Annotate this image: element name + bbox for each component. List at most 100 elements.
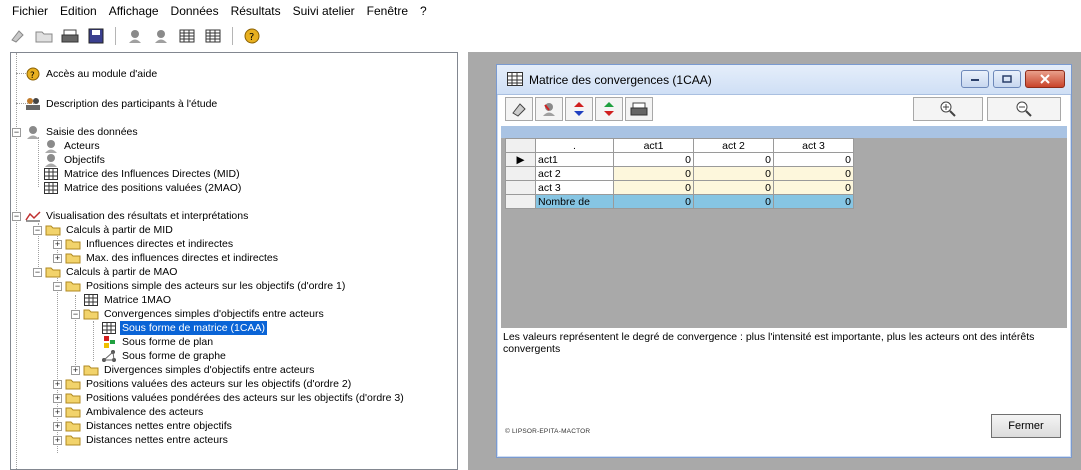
- window-toolbar: [501, 97, 1067, 123]
- sort-icon[interactable]: [565, 97, 593, 121]
- tree-item-label: Ambivalence des acteurs: [86, 406, 204, 418]
- menu-affichage[interactable]: Affichage: [103, 4, 165, 18]
- objectives-icon: [43, 153, 59, 167]
- row-header[interactable]: Nombre de: [535, 194, 614, 209]
- column-header[interactable]: act 2: [693, 138, 774, 153]
- folder-icon: [65, 377, 81, 391]
- tree-item-positions-valuees[interactable]: Positions valuées des acteurs sur les ob…: [65, 377, 353, 391]
- window-titlebar[interactable]: Matrice des convergences (1CAA): [497, 65, 1071, 95]
- tree-item-saisie[interactable]: Saisie des données: [25, 125, 140, 139]
- tree-item-help[interactable]: ? Accès au module d'aide: [25, 67, 159, 81]
- table-cell[interactable]: 0: [613, 194, 694, 209]
- expand-toggle[interactable]: +: [53, 394, 62, 403]
- close-button[interactable]: [1025, 70, 1065, 88]
- tree-item-sous-matrice[interactable]: Sous forme de matrice (1CAA): [101, 321, 267, 335]
- matrix-2-icon[interactable]: [203, 26, 223, 46]
- help-icon[interactable]: ?: [242, 26, 262, 46]
- open-folder-icon[interactable]: [34, 26, 54, 46]
- tree-item-ambivalence[interactable]: Ambivalence des acteurs: [65, 405, 205, 419]
- tree-item-dist-acteurs[interactable]: Distances nettes entre acteurs: [65, 433, 230, 447]
- tree-item-acteurs[interactable]: Acteurs: [43, 139, 102, 153]
- tree-item-matrice-1mao[interactable]: Matrice 1MAO: [83, 293, 173, 307]
- menu-edition[interactable]: Edition: [54, 4, 103, 18]
- tree-item-max-influences[interactable]: Max. des influences directes et indirect…: [65, 251, 280, 265]
- matrix-icon[interactable]: [177, 26, 197, 46]
- tree-item-convergences[interactable]: Convergences simples d'objectifs entre a…: [83, 307, 326, 321]
- data-entry-icon: [25, 125, 41, 139]
- table-cell[interactable]: 0: [773, 152, 854, 167]
- tree-connector: [16, 53, 17, 469]
- tree-item-visualisation[interactable]: Visualisation des résultats et interprét…: [25, 209, 250, 223]
- expand-toggle[interactable]: +: [53, 254, 62, 263]
- tree-item-positions-ponderees[interactable]: Positions valuées pondérées des acteurs …: [65, 391, 406, 405]
- matrix-description: Les valeurs représentent le degré de con…: [501, 328, 1067, 408]
- table-cell[interactable]: 0: [773, 166, 854, 181]
- tree-item-participants[interactable]: Description des participants à l'étude: [25, 97, 219, 111]
- tree-item-calc-mao[interactable]: Calculs à partir de MAO: [45, 265, 179, 279]
- zoom-out-icon[interactable]: [987, 97, 1061, 121]
- collapse-toggle[interactable]: −: [12, 212, 21, 221]
- actors-icon[interactable]: [125, 26, 145, 46]
- expand-toggle[interactable]: +: [53, 240, 62, 249]
- swap-icon[interactable]: [595, 97, 623, 121]
- expand-toggle[interactable]: +: [53, 408, 62, 417]
- tree-item-label: Objectifs: [64, 154, 105, 166]
- column-header[interactable]: act 3: [773, 138, 854, 153]
- tree-item-mid[interactable]: Matrice des Influences Directes (MID): [43, 167, 242, 181]
- row-header[interactable]: act 3: [535, 180, 614, 195]
- close-window-button[interactable]: Fermer: [991, 414, 1061, 438]
- collapse-toggle[interactable]: −: [12, 128, 21, 137]
- navigation-tree: ? Accès au module d'aide Description des…: [11, 53, 457, 469]
- table-cell[interactable]: 0: [693, 180, 774, 195]
- print-icon[interactable]: [625, 97, 653, 121]
- table-cell[interactable]: 0: [693, 166, 774, 181]
- folder-icon: [83, 363, 99, 377]
- zoom-in-icon[interactable]: [913, 97, 983, 121]
- save-icon[interactable]: [86, 26, 106, 46]
- table-cell[interactable]: 0: [693, 152, 774, 167]
- expand-toggle[interactable]: +: [53, 422, 62, 431]
- table-cell[interactable]: 0: [773, 194, 854, 209]
- menu-suivi-atelier[interactable]: Suivi atelier: [287, 4, 361, 18]
- minimize-button[interactable]: [961, 70, 989, 88]
- table-cell[interactable]: 0: [773, 180, 854, 195]
- row-header[interactable]: act 2: [535, 166, 614, 181]
- tree-item-sous-graphe[interactable]: Sous forme de graphe: [101, 349, 228, 363]
- maximize-button[interactable]: [993, 70, 1021, 88]
- table-row: act 3 0 0 0: [505, 180, 854, 195]
- collapse-toggle[interactable]: −: [33, 268, 42, 277]
- expand-toggle[interactable]: +: [53, 380, 62, 389]
- tree-item-positions-simple[interactable]: Positions simple des acteurs sur les obj…: [65, 279, 347, 293]
- table-cell[interactable]: 0: [613, 152, 694, 167]
- collapse-toggle[interactable]: −: [33, 226, 42, 235]
- column-header[interactable]: act1: [613, 138, 694, 153]
- table-cell[interactable]: 0: [613, 166, 694, 181]
- tree-item-influences[interactable]: Influences directes et indirectes: [65, 237, 235, 251]
- table-cell[interactable]: 0: [613, 180, 694, 195]
- print-icon[interactable]: [60, 26, 80, 46]
- collapse-toggle[interactable]: −: [53, 282, 62, 291]
- collapse-toggle[interactable]: −: [71, 310, 80, 319]
- tree-item-label: Matrice 1MAO: [104, 294, 172, 306]
- tree-item-calc-mid[interactable]: Calculs à partir de MID: [45, 223, 175, 237]
- tree-item-2mao[interactable]: Matrice des positions valuées (2MAO): [43, 181, 243, 195]
- menu-resultats[interactable]: Résultats: [225, 4, 287, 18]
- tree-item-sous-plan[interactable]: Sous forme de plan: [101, 335, 215, 349]
- actor-filter-icon[interactable]: [535, 97, 563, 121]
- menu-fenetre[interactable]: Fenêtre: [361, 4, 414, 18]
- convergence-matrix-table: . act1 act 2 act 3 ▶ act1 0 0 0 act 2 0 …: [505, 138, 854, 209]
- expand-toggle[interactable]: +: [53, 436, 62, 445]
- menu-fichier[interactable]: Fichier: [6, 4, 54, 18]
- menu-help[interactable]: ?: [414, 4, 433, 18]
- eraser-icon[interactable]: [505, 97, 533, 121]
- row-header[interactable]: act1: [535, 152, 614, 167]
- tree-item-dist-objectifs[interactable]: Distances nettes entre objectifs: [65, 419, 234, 433]
- table-cell[interactable]: 0: [693, 194, 774, 209]
- objectives-icon[interactable]: [151, 26, 171, 46]
- tree-item-divergences[interactable]: Divergences simples d'objectifs entre ac…: [83, 363, 316, 377]
- menu-donnees[interactable]: Données: [165, 4, 225, 18]
- main-toolbar: ?: [0, 22, 1081, 50]
- new-icon[interactable]: [8, 26, 28, 46]
- tree-item-objectifs[interactable]: Objectifs: [43, 153, 107, 167]
- expand-toggle[interactable]: +: [71, 366, 80, 375]
